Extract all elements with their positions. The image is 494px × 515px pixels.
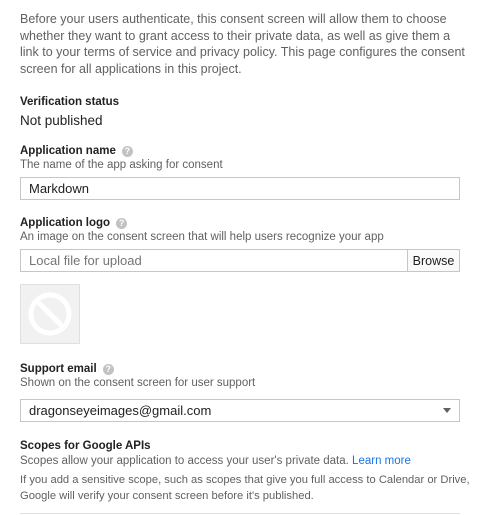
intro-text: Before your users authenticate, this con… — [20, 12, 465, 76]
browse-button[interactable]: Browse — [407, 249, 460, 272]
support-email-hint: Shown on the consent screen for user sup… — [20, 377, 256, 389]
application-name-input[interactable]: Markdown — [20, 177, 460, 200]
application-logo-hint: An image on the consent screen that will… — [20, 231, 384, 243]
help-icon[interactable]: ? — [116, 217, 128, 229]
application-name-label: Application name ? — [20, 145, 133, 157]
consent-screen-form: Before your users authenticate, this con… — [0, 0, 494, 515]
support-email-label: Support email ? — [20, 363, 114, 375]
scopes-hint: Scopes allow your application to access … — [20, 455, 411, 467]
learn-more-link[interactable]: Learn more — [352, 455, 411, 467]
help-icon[interactable]: ? — [102, 363, 114, 375]
logo-preview — [20, 284, 80, 344]
support-email-select[interactable]: dragonseyeimages@gmail.com — [20, 399, 460, 422]
sensitive-scope-note: If you add a sensitive scope, such as sc… — [20, 474, 470, 502]
divider — [20, 513, 460, 514]
application-name-hint: The name of the app asking for consent — [20, 159, 223, 171]
help-icon[interactable]: ? — [121, 145, 133, 157]
no-image-icon — [28, 292, 72, 336]
dropdown-arrow-icon — [443, 408, 451, 413]
verification-status-label: Verification status — [20, 96, 120, 108]
application-logo-label: Application logo ? — [20, 217, 128, 229]
verification-status-value: Not published — [20, 113, 103, 128]
scopes-label: Scopes for Google APIs — [20, 440, 151, 452]
logo-file-input[interactable]: Local file for upload — [20, 249, 408, 272]
